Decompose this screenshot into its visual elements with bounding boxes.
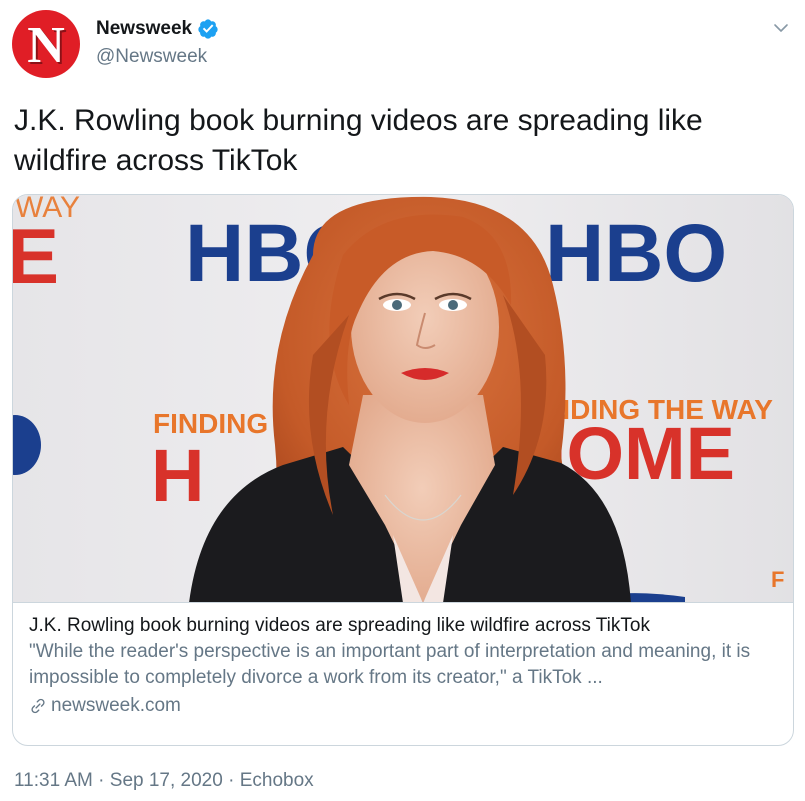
link-preview-card[interactable]: WAY E HBO HBO FINDING H FINDING THE WAY …	[12, 194, 794, 746]
user-handle[interactable]: @Newsweek	[96, 46, 207, 68]
author-name-row[interactable]: Newsweek	[96, 18, 219, 40]
tweet-date[interactable]: Sep 17, 2020	[110, 770, 223, 792]
card-domain-row[interactable]: newsweek.com	[29, 693, 777, 719]
tweet-source[interactable]: Echobox	[240, 770, 314, 792]
card-image[interactable]: WAY E HBO HBO FINDING H FINDING THE WAY …	[13, 195, 793, 603]
tweet-time[interactable]: 11:31 AM	[14, 770, 93, 792]
svg-text:H: H	[151, 434, 204, 517]
card-meta[interactable]: J.K. Rowling book burning videos are spr…	[13, 603, 793, 719]
display-name[interactable]: Newsweek	[96, 18, 192, 40]
card-title[interactable]: J.K. Rowling book burning videos are spr…	[29, 613, 777, 639]
tweet-text: J.K. Rowling book burning videos are spr…	[14, 104, 703, 177]
backdrop-hbo-right: HBO	[545, 208, 727, 299]
verified-badge-icon	[198, 19, 218, 39]
link-icon	[31, 698, 45, 714]
newsweek-avatar[interactable]: N	[12, 10, 80, 78]
avatar-logo-letter: N	[27, 17, 65, 74]
svg-text:F: F	[771, 567, 784, 592]
card-domain[interactable]: newsweek.com	[51, 693, 181, 719]
footer-separator: ·	[92, 770, 110, 791]
chevron-down-icon[interactable]	[773, 20, 789, 36]
tweet-footer: 11:31 AM · Sep 17, 2020 · Echobox	[14, 770, 314, 792]
svg-text:E: E	[13, 212, 59, 300]
card-description: "While the reader's perspective is an im…	[29, 641, 751, 688]
card-photo: WAY E HBO HBO FINDING H FINDING THE WAY …	[13, 195, 793, 602]
footer-separator-2: ·	[222, 770, 240, 791]
